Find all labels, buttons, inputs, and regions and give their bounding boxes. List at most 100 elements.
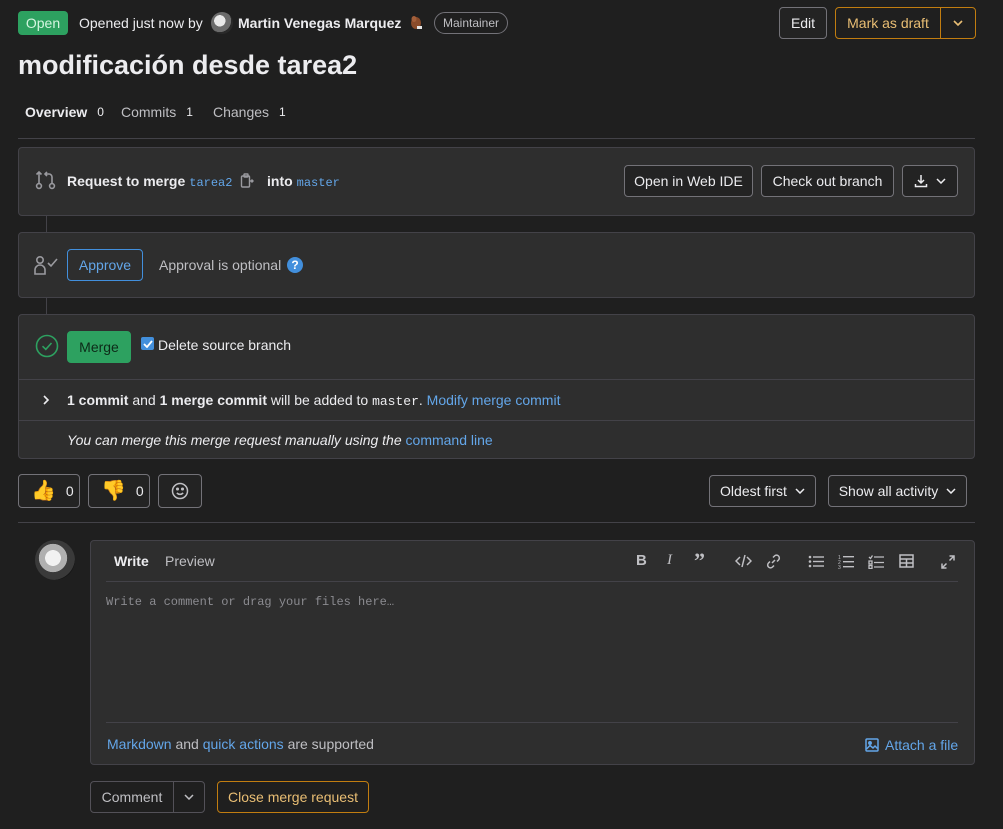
period-text: .: [418, 392, 423, 408]
tab-overview-count: 0: [97, 105, 104, 119]
modify-merge-commit-link[interactable]: Modify merge commit: [427, 392, 561, 408]
tab-commits[interactable]: Commits 1: [121, 104, 193, 120]
numbered-list-icon[interactable]: 123: [838, 554, 854, 569]
merge-request-text: Request to merge tarea2: [67, 173, 232, 190]
manual-merge-label: You can merge this merge request manuall…: [67, 432, 402, 448]
thumbs-down-button[interactable]: 👎 0: [88, 474, 150, 508]
quick-actions-link[interactable]: quick actions: [203, 736, 284, 752]
thumbs-up-icon: 👍: [31, 480, 56, 502]
opened-text: Opened just now by: [79, 15, 203, 31]
sort-order-dropdown[interactable]: Oldest first: [709, 475, 816, 507]
target-branch-code: master: [372, 394, 419, 409]
will-be-added-text: will be added to: [270, 392, 369, 408]
table-icon[interactable]: [899, 554, 914, 568]
markdown-link[interactable]: Markdown: [107, 736, 172, 752]
download-icon: [914, 175, 928, 188]
approval-icon: [34, 254, 60, 276]
comment-textarea[interactable]: Write a comment or drag your files here…: [106, 595, 958, 720]
author-name[interactable]: Martin Venegas Marquez: [238, 15, 401, 31]
and-text: and: [132, 392, 156, 408]
edit-button[interactable]: Edit: [779, 7, 827, 39]
code-icon[interactable]: [735, 554, 752, 568]
tab-commits-count: 1: [186, 105, 193, 119]
delete-source-label[interactable]: Delete source branch: [158, 337, 291, 353]
check-out-branch-button[interactable]: Check out branch: [761, 165, 894, 197]
bullet-list-icon[interactable]: [808, 555, 824, 568]
image-icon: [865, 738, 879, 752]
tab-overview-label: Overview: [25, 104, 88, 120]
approve-button[interactable]: Approve: [67, 249, 143, 281]
preview-tab[interactable]: Preview: [165, 553, 215, 569]
connector-line: [46, 216, 47, 233]
command-line-link[interactable]: command line: [406, 432, 493, 448]
draft-dropdown-button[interactable]: [940, 7, 976, 39]
thumbs-down-icon: 👎: [101, 480, 126, 502]
page-title: modificación desde tarea2: [18, 50, 358, 80]
mark-as-draft-button[interactable]: Mark as draft: [835, 7, 941, 39]
merge-commit-count: 1 merge commit: [159, 392, 267, 408]
editor-footer-divider: [106, 722, 958, 723]
activity-filter-label: Show all activity: [838, 483, 939, 499]
question-icon[interactable]: ?: [287, 257, 303, 273]
target-branch-link[interactable]: master: [297, 176, 340, 190]
download-dropdown-button[interactable]: [902, 165, 958, 197]
status-emoji-icon: [408, 13, 424, 31]
fullscreen-icon[interactable]: [941, 555, 955, 569]
and-text: and: [175, 736, 199, 752]
bold-icon[interactable]: B: [636, 552, 647, 569]
svg-text:3: 3: [838, 565, 841, 569]
merge-divider: [19, 420, 974, 421]
close-merge-request-button[interactable]: Close merge request: [217, 781, 369, 813]
status-badge: Open: [18, 11, 68, 35]
activity-divider: [18, 522, 975, 523]
quote-icon[interactable]: ”: [694, 548, 705, 574]
comment-button[interactable]: Comment: [90, 781, 174, 813]
task-list-icon[interactable]: [868, 554, 884, 569]
source-branch-link[interactable]: tarea2: [189, 176, 232, 190]
sort-order-label: Oldest first: [720, 483, 787, 499]
italic-icon[interactable]: I: [667, 552, 672, 569]
connector-line: [46, 297, 47, 315]
comment-dropdown-button[interactable]: [173, 781, 205, 813]
manual-merge-text: You can merge this merge request manuall…: [67, 432, 493, 448]
tab-commits-label: Commits: [121, 104, 177, 120]
delete-source-checkbox[interactable]: [141, 337, 154, 350]
tab-changes[interactable]: Changes 1: [213, 104, 286, 120]
thumbs-up-button[interactable]: 👍 0: [18, 474, 80, 508]
chevron-down-icon: [953, 20, 963, 27]
approval-optional-text: Approval is optional: [159, 257, 282, 273]
commit-summary: 1 commit and 1 merge commit will be adde…: [67, 392, 560, 409]
tab-changes-count: 1: [279, 105, 286, 119]
chevron-down-icon: [936, 178, 946, 184]
chevron-down-icon: [946, 488, 956, 494]
link-icon[interactable]: [766, 554, 781, 569]
expand-commits-chevron-icon[interactable]: [42, 394, 50, 406]
activity-filter-dropdown[interactable]: Show all activity: [828, 475, 967, 507]
avatar[interactable]: [211, 12, 233, 34]
attach-file-label: Attach a file: [885, 737, 959, 753]
write-tab[interactable]: Write: [114, 553, 149, 569]
tab-changes-label: Changes: [213, 104, 270, 120]
commit-count: 1 commit: [67, 392, 129, 408]
thumbs-down-count: 0: [135, 483, 144, 499]
into-label: into: [267, 173, 293, 189]
merge-into-text: into master: [267, 173, 340, 190]
merge-request-icon: [35, 169, 57, 191]
chevron-down-icon: [795, 488, 805, 494]
merge-divider: [19, 379, 974, 380]
merge-status-check-icon: [35, 334, 59, 358]
attach-file-button[interactable]: Attach a file: [865, 737, 958, 753]
thumbs-up-count: 0: [65, 483, 74, 499]
current-user-avatar[interactable]: [35, 540, 75, 580]
smiley-icon: [171, 482, 189, 500]
checkmark-icon: [142, 339, 153, 348]
role-badge: Maintainer: [434, 12, 508, 34]
merge-button[interactable]: Merge: [67, 331, 131, 363]
tab-overview[interactable]: Overview 0: [25, 104, 104, 120]
open-web-ide-button[interactable]: Open in Web IDE: [624, 165, 753, 197]
copy-branch-icon[interactable]: [240, 173, 254, 189]
tabs-divider: [18, 138, 975, 139]
add-reaction-button[interactable]: [158, 474, 202, 508]
supported-text: are supported: [287, 736, 374, 752]
markdown-help: Markdown and quick actions are supported: [107, 736, 374, 752]
